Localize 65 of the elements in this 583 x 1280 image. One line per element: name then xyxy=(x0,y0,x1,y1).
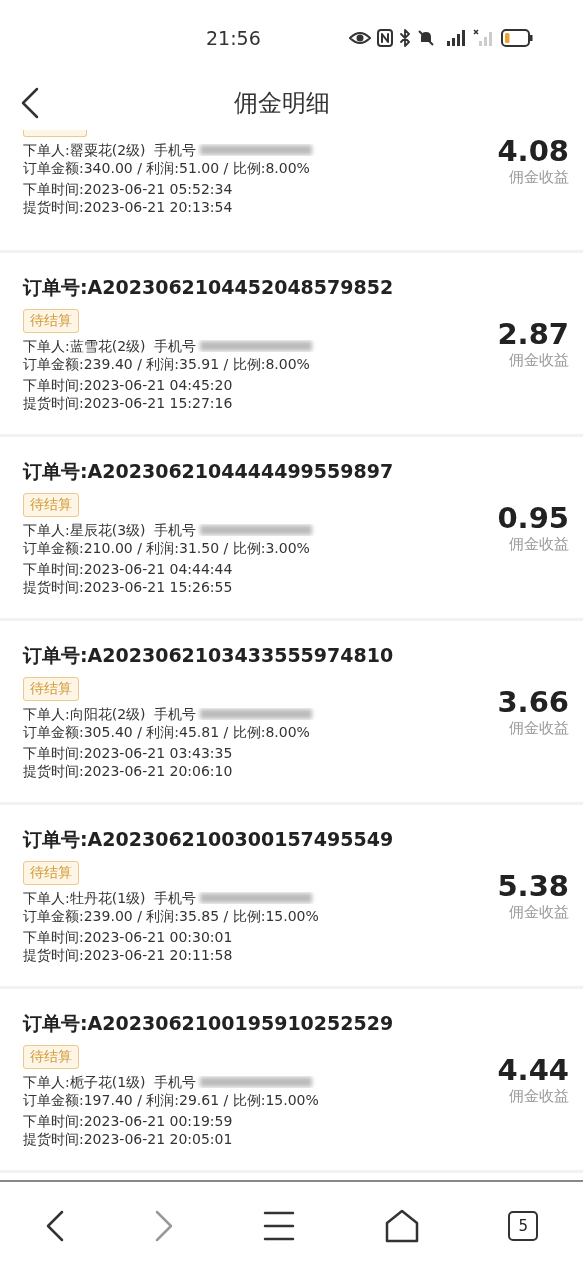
status-time: 21:56 xyxy=(206,26,261,49)
order-time: 下单时间:2023-06-21 05:52:34 xyxy=(23,180,233,198)
order-number: 订单号:A2023062100195910252529 xyxy=(23,1011,395,1036)
status-badge: 待结算 xyxy=(23,309,79,333)
pickup-time: 提货时间:2023-06-21 20:13:54 xyxy=(23,198,233,216)
status-badge: 待结算 xyxy=(23,493,79,517)
phone-label: 手机号 xyxy=(154,521,197,539)
order-amounts: 订单金额:305.40 / 利润:45.81 / 比例:8.00% xyxy=(23,723,310,741)
pickup-time: 提货时间:2023-06-21 20:11:58 xyxy=(23,946,233,964)
phone-label: 手机号 xyxy=(154,1073,197,1091)
commission-label: 佣金收益 xyxy=(509,719,569,738)
home-icon[interactable] xyxy=(384,1209,419,1243)
menu-icon[interactable] xyxy=(263,1210,296,1242)
order-time: 下单时间:2023-06-21 00:30:01 xyxy=(23,928,233,946)
commission-label: 佣金收益 xyxy=(509,535,569,554)
order-number: 订单号:A2023062104452048579852 xyxy=(23,275,395,300)
order-time: 下单时间:2023-06-21 03:43:35 xyxy=(23,744,233,762)
status-badge: 待结算 xyxy=(23,861,79,885)
commission-amount: 3.66 xyxy=(497,685,569,719)
pickup-time: 提货时间:2023-06-21 15:27:16 xyxy=(23,394,233,412)
order-number: 订单号:A2023062103433555974810 xyxy=(23,643,395,668)
commission-label: 佣金收益 xyxy=(509,351,569,370)
order-number: 订单号:A2023062100300157495549 xyxy=(23,827,395,852)
muted-bell-icon xyxy=(417,28,435,47)
order-number: 订单号:A2023062104444499559897 xyxy=(23,459,395,484)
pickup-time: 提货时间:2023-06-21 20:06:10 xyxy=(23,762,233,780)
order-amounts: 订单金额:239.40 / 利润:35.91 / 比例:8.00% xyxy=(23,355,310,373)
forward-icon[interactable] xyxy=(154,1210,175,1242)
pickup-time: 提货时间:2023-06-21 15:26:55 xyxy=(23,578,233,596)
buyer-text: 下单人:向阳花(2级) xyxy=(23,705,146,723)
order-time: 下单时间:2023-06-21 00:19:59 xyxy=(23,1112,233,1130)
commission-amount: 4.44 xyxy=(497,1053,569,1087)
buyer-text: 下单人:星辰花(3级) xyxy=(23,521,146,539)
commission-label: 佣金收益 xyxy=(509,168,569,187)
status-badge: 待结算 xyxy=(23,1045,79,1069)
commission-amount: 4.08 xyxy=(497,134,569,168)
order-time: 下单时间:2023-06-21 04:44:44 xyxy=(23,560,233,578)
phone-label: 手机号 xyxy=(154,337,197,355)
buyer-text: 下单人:罂粟花(2级) xyxy=(23,141,146,159)
commission-label: 佣金收益 xyxy=(509,903,569,922)
order-amounts: 订单金额:239.00 / 利润:35.85 / 比例:15.00% xyxy=(23,907,319,925)
nfc-icon xyxy=(377,28,393,47)
order-amounts: 订单金额:197.40 / 利润:29.61 / 比例:15.00% xyxy=(23,1091,319,1109)
buyer-text: 下单人:栀子花(1级) xyxy=(23,1073,146,1091)
phone-label: 手机号 xyxy=(154,889,197,907)
buyer-text: 下单人:牡丹花(1级) xyxy=(23,889,146,907)
page-title: 佣金明细 xyxy=(234,87,330,119)
tabs-button[interactable]: 5 xyxy=(508,1211,539,1241)
order-amounts: 订单金额:340.00 / 利润:51.00 / 比例:8.00% xyxy=(23,159,310,177)
order-amounts: 订单金额:210.00 / 利润:31.50 / 比例:3.00% xyxy=(23,539,310,557)
no-signal-icon xyxy=(473,28,495,47)
order-time: 下单时间:2023-06-21 04:45:20 xyxy=(23,376,233,394)
pickup-time: 提货时间:2023-06-21 20:05:01 xyxy=(23,1130,233,1148)
commission-amount: 2.87 xyxy=(497,317,569,351)
commission-amount: 0.95 xyxy=(497,501,569,535)
buyer-text: 下单人:蓝雪花(2级) xyxy=(23,337,146,355)
phone-label: 手机号 xyxy=(154,705,197,723)
eye-icon xyxy=(349,30,371,45)
phone-label: 手机号 xyxy=(154,141,197,159)
status-badge: 待结算 xyxy=(23,677,79,701)
commission-amount: 5.38 xyxy=(497,869,569,903)
commission-label: 佣金收益 xyxy=(509,1087,569,1106)
battery-icon xyxy=(501,28,533,47)
back-icon[interactable] xyxy=(44,1210,65,1242)
bluetooth-icon xyxy=(399,28,411,47)
